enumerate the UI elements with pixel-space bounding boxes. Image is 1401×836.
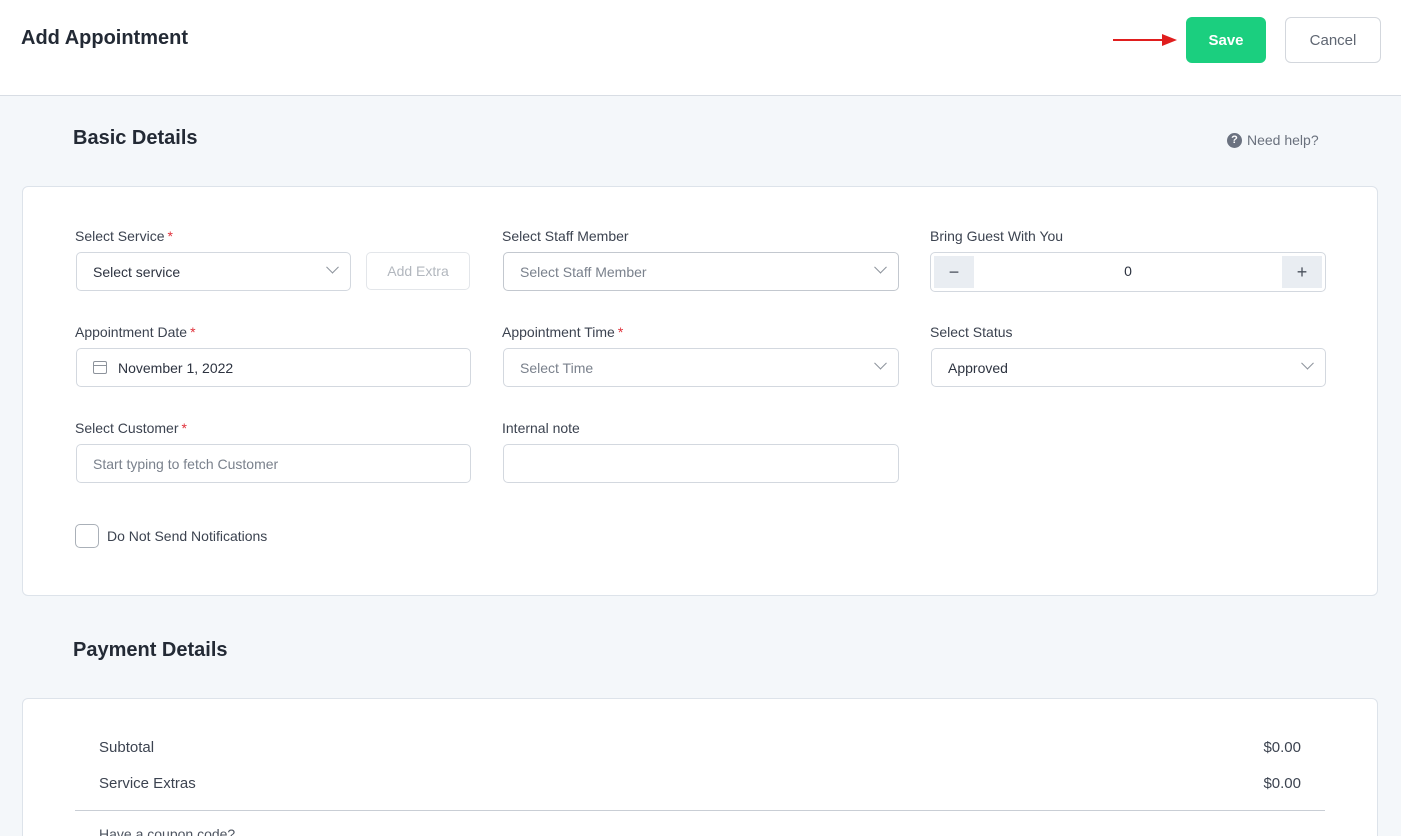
status-value: Approved	[948, 359, 1008, 376]
decrement-button[interactable]: −	[934, 256, 974, 288]
basic-details-title: Basic Details	[73, 127, 198, 149]
staff-select-placeholder: Select Staff Member	[520, 263, 647, 280]
chevron-down-icon	[874, 260, 887, 274]
service-label: Select Service *	[75, 228, 173, 244]
question-circle-icon: ?	[1227, 132, 1242, 148]
need-help-label: Need help?	[1247, 132, 1319, 148]
date-value: November 1, 2022	[118, 359, 234, 376]
subtotal-label: Subtotal	[99, 739, 155, 756]
do-not-notify-label: Do Not Send Notifications	[107, 528, 268, 544]
chevron-down-icon	[874, 356, 887, 370]
customer-input[interactable]: Start typing to fetch Customer	[76, 444, 471, 483]
payment-row: Service Extras $0.00	[99, 775, 1301, 792]
time-select[interactable]: Select Time	[503, 348, 899, 387]
arrow-right-icon	[1113, 34, 1177, 46]
calendar-icon	[93, 361, 107, 374]
payment-divider	[75, 810, 1325, 811]
service-extras-label: Service Extras	[99, 775, 196, 792]
need-help-link[interactable]: ? Need help?	[1227, 132, 1319, 148]
payment-details-title: Payment Details	[73, 639, 228, 661]
service-extras-amount: $0.00	[1263, 775, 1301, 792]
increment-button[interactable]: +	[1282, 256, 1322, 288]
payment-row: Subtotal $0.00	[99, 739, 1301, 756]
chevron-down-icon	[1301, 356, 1314, 370]
chevron-down-icon	[326, 260, 339, 274]
guest-count-stepper: − 0 +	[930, 252, 1326, 292]
guest-count-value[interactable]: 0	[975, 263, 1281, 279]
customer-input-placeholder: Start typing to fetch Customer	[93, 455, 279, 472]
cancel-button[interactable]: Cancel	[1285, 17, 1381, 63]
date-label: Appointment Date *	[75, 324, 196, 340]
payment-details-card	[22, 698, 1378, 836]
internal-note-label: Internal note	[502, 420, 580, 436]
add-extra-button[interactable]: Add Extra	[366, 252, 470, 290]
guests-label: Bring Guest With You	[930, 228, 1064, 244]
service-select-placeholder: Select service	[93, 263, 181, 280]
staff-select[interactable]: Select Staff Member	[503, 252, 899, 291]
internal-note-input[interactable]	[503, 444, 899, 483]
staff-label: Select Staff Member	[502, 228, 629, 244]
status-label: Select Status	[930, 324, 1013, 340]
subtotal-amount: $0.00	[1263, 739, 1301, 756]
date-picker[interactable]: November 1, 2022	[76, 348, 471, 387]
time-label: Appointment Time *	[502, 324, 624, 340]
coupon-link[interactable]: Have a coupon code?	[99, 826, 235, 836]
notify-checkbox-row: Do Not Send Notifications	[75, 524, 267, 548]
customer-label: Select Customer *	[75, 420, 187, 436]
top-bar: Add Appointment Save Cancel	[0, 0, 1401, 96]
page-title: Add Appointment	[21, 27, 189, 49]
service-select[interactable]: Select service	[76, 252, 351, 291]
save-button[interactable]: Save	[1186, 17, 1266, 63]
status-select[interactable]: Approved	[931, 348, 1326, 387]
do-not-notify-checkbox[interactable]	[75, 524, 99, 548]
time-select-placeholder: Select Time	[520, 359, 594, 376]
